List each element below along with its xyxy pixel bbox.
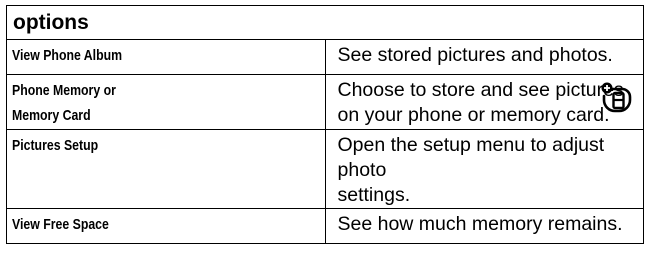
memory-card-feature-icon — [601, 82, 632, 113]
option-description: See how much memory remains. — [337, 213, 623, 235]
option-name-cell: View Free Space — [6, 208, 326, 244]
option-name-cell: Pictures Setup — [6, 129, 326, 209]
option-name-cell: Phone Memory or Memory Card — [6, 74, 326, 130]
option-description: See stored pictures and photos. — [337, 44, 613, 66]
table-row: View Phone Album See stored pictures and… — [6, 39, 644, 75]
option-description-line-2: settings. — [337, 184, 411, 206]
option-description-cell: Choose to store and see pictures on your… — [324, 74, 644, 130]
option-name: View Free Space — [12, 216, 109, 233]
option-description-cell: See stored pictures and photos. — [324, 39, 644, 75]
option-description-line-2: on your phone or memory card. — [337, 104, 610, 126]
option-name-line-2: Memory Card — [12, 107, 91, 124]
options-table: options View Phone Album See stored pict… — [6, 5, 644, 244]
table-header: options — [6, 5, 644, 40]
option-name: Pictures Setup — [12, 137, 99, 154]
option-description-cell: Open the setup menu to adjust photo sett… — [324, 129, 644, 209]
table-row: View Free Space See how much memory rema… — [6, 208, 644, 244]
option-description-line-1: Open the setup menu to adjust photo — [337, 134, 605, 181]
option-name-line-1: Phone Memory or — [12, 82, 116, 99]
table-header-row: options — [6, 5, 644, 40]
option-description-cell: See how much memory remains. — [324, 208, 644, 244]
option-description-line-1: Choose to store and see pictures — [337, 79, 624, 101]
option-name-cell: View Phone Album — [6, 39, 326, 75]
table-row: Pictures Setup Open the setup menu to ad… — [6, 129, 644, 209]
option-name: View Phone Album — [12, 47, 123, 64]
table-row: Phone Memory or Memory Card Choose to st… — [6, 74, 644, 130]
